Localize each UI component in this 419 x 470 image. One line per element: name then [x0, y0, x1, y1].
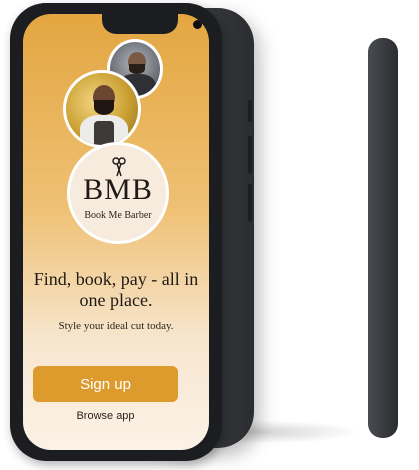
barber-beard — [129, 64, 145, 74]
side-button — [248, 184, 252, 222]
camera-icon — [193, 20, 202, 29]
promo-stage: BMB Book Me Barber Find, book, pay - all… — [0, 0, 419, 470]
phone-frame: BMB Book Me Barber Find, book, pay - all… — [10, 3, 222, 461]
hero-headline: Find, book, pay - all in one place. — [33, 269, 199, 310]
app-screen: BMB Book Me Barber Find, book, pay - all… — [23, 14, 209, 450]
logo-name: Book Me Barber — [84, 210, 152, 221]
browse-app-link[interactable]: Browse app — [33, 410, 178, 422]
phone-back-edge — [368, 38, 398, 438]
hero-tagline: Style your ideal cut today. — [58, 320, 174, 332]
barber-photo-large — [63, 70, 141, 148]
phone-notch — [102, 14, 202, 34]
side-button — [248, 136, 252, 174]
signup-button[interactable]: Sign up — [33, 366, 178, 402]
logo-mark: BMB — [83, 173, 153, 206]
app-logo: BMB Book Me Barber — [67, 142, 169, 244]
side-button — [248, 100, 252, 122]
barber-beard — [94, 100, 114, 115]
